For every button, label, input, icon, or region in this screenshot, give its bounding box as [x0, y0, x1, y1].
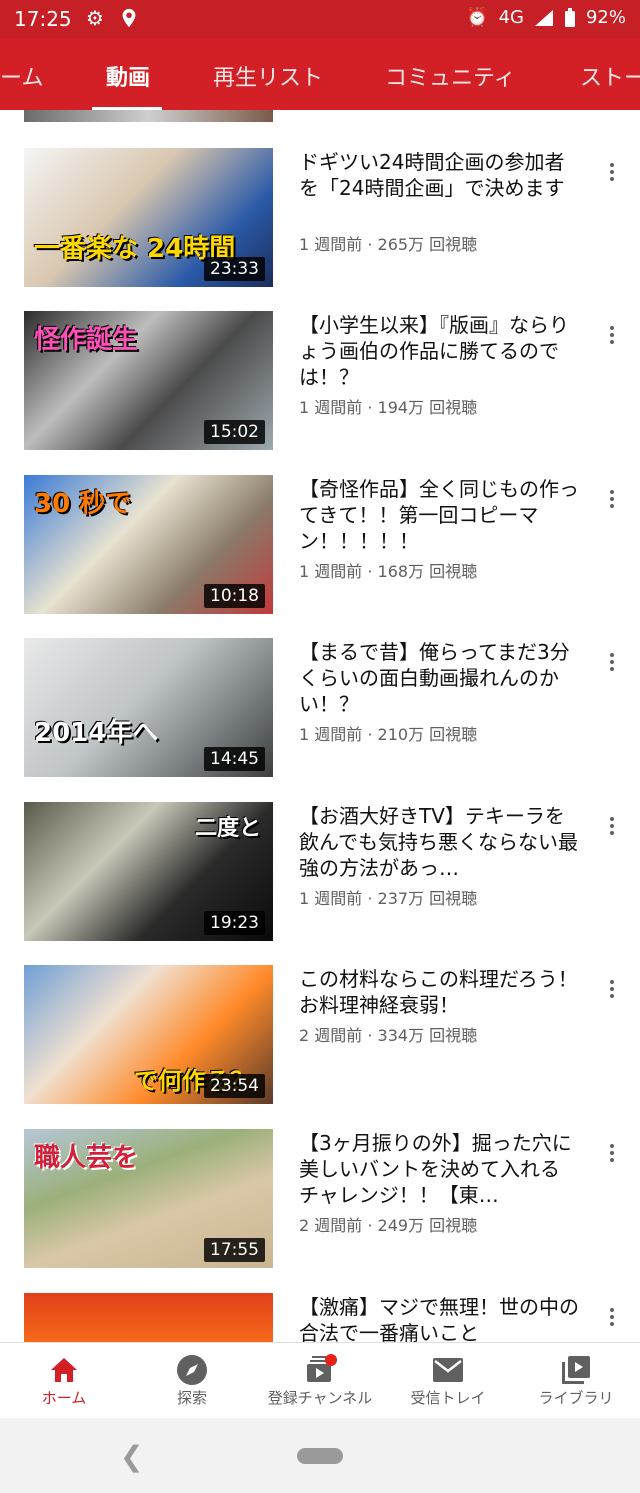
video-meta: 1 週間前 · 194万 回視聴: [299, 398, 478, 417]
video-thumbnail[interactable]: 2014年へ 14:45: [24, 638, 273, 777]
video-title[interactable]: 【お酒大好きTV】テキーラを飲んでも気持ち悪くならない最強の方法があっ…: [299, 803, 579, 881]
video-meta: 1 週間前 · 210万 回視聴: [299, 725, 478, 744]
explore-icon: [177, 1355, 207, 1385]
video-item[interactable]: 2014年へ 14:45 【まるで昔】俺らってまだ3分くらいの面白動画撮れんのか…: [0, 638, 640, 798]
inbox-icon: [433, 1358, 463, 1382]
nav-inbox-label: 受信トレイ: [410, 1389, 486, 1407]
location-icon: [122, 8, 136, 28]
nav-explore-label: 探索: [176, 1389, 207, 1407]
battery-icon: [564, 7, 575, 27]
video-thumbnail[interactable]: 怪作誕生 15:02: [24, 311, 273, 450]
video-title[interactable]: 【まるで昔】俺らってまだ3分くらいの面白動画撮れんのかい！？: [299, 639, 579, 717]
video-thumbnail[interactable]: 30 秒で 10:18: [24, 475, 273, 614]
video-thumbnail[interactable]: で何作る？ 23:54: [24, 965, 273, 1104]
video-meta: 1 週間前 · 265万 回視聴: [299, 235, 478, 254]
tab-store[interactable]: ストー: [580, 60, 640, 92]
thumbnail-caption: 30 秒で: [34, 489, 132, 519]
channel-tabs: ーム 動画 再生リスト コミュニティ ストー: [0, 38, 640, 110]
video-title[interactable]: この材料ならこの料理だろう！お料理神経衰弱！: [299, 966, 579, 1018]
more-options-icon[interactable]: [604, 487, 620, 515]
more-options-icon[interactable]: [604, 323, 620, 351]
video-meta: 1 週間前 · 237万 回視聴: [299, 889, 478, 908]
clock: 17:25: [14, 7, 72, 31]
nav-home[interactable]: ホーム: [0, 1353, 128, 1408]
video-item[interactable]: 一番楽な 24時間 23:33 ドギツい24時間企画の参加者を「24時間企画」で…: [0, 148, 640, 308]
nav-subscriptions-label: 登録チャンネル: [267, 1389, 373, 1407]
video-duration: 17:55: [204, 1238, 265, 1262]
nav-library-label: ライブラリ: [538, 1389, 614, 1407]
signal-icon: [534, 9, 553, 26]
nav-library[interactable]: ライブラリ: [512, 1353, 640, 1408]
more-options-icon[interactable]: [604, 1305, 620, 1333]
system-navigation-bar: ❮: [0, 1418, 640, 1493]
status-right: ⏰ 4G 92%: [466, 7, 626, 28]
more-options-icon[interactable]: [604, 977, 620, 1005]
previous-thumbnail-edge: [24, 110, 273, 122]
back-icon[interactable]: ❮: [120, 1440, 143, 1473]
video-thumbnail[interactable]: [24, 1293, 273, 1342]
library-icon: [562, 1356, 590, 1384]
video-meta: 2 週間前 · 334万 回視聴: [299, 1026, 478, 1045]
video-title[interactable]: ドギツい24時間企画の参加者を「24時間企画」で決めます: [299, 149, 579, 201]
more-options-icon[interactable]: [604, 1141, 620, 1169]
nav-explore[interactable]: 探索: [128, 1353, 256, 1408]
video-duration: 23:54: [204, 1074, 265, 1098]
video-item[interactable]: で何作る？ 23:54 この材料ならこの料理だろう！お料理神経衰弱！ 2 週間前…: [0, 965, 640, 1125]
nav-subscriptions[interactable]: 登録チャンネル: [256, 1353, 384, 1408]
video-item[interactable]: 職人芸を 17:55 【3ヶ月振りの外】掘った穴に美しいバントを決めて入れるチャ…: [0, 1129, 640, 1289]
video-meta: 2 週間前 · 249万 回視聴: [299, 1216, 478, 1235]
video-duration: 19:23: [204, 911, 265, 935]
subscriptions-icon: [307, 1354, 337, 1382]
video-item[interactable]: 【激痛】マジで無理！世の中の合法で一番痛いこと: [0, 1293, 640, 1342]
video-list[interactable]: 一番楽な 24時間 23:33 ドギツい24時間企画の参加者を「24時間企画」で…: [0, 110, 640, 1342]
video-duration: 10:18: [204, 584, 265, 608]
more-options-icon[interactable]: [604, 814, 620, 842]
video-meta: 1 週間前 · 168万 回視聴: [299, 562, 478, 581]
tab-videos[interactable]: 動画: [106, 60, 150, 92]
thumbnail-caption: 二度と: [194, 816, 261, 841]
tab-home[interactable]: ーム: [0, 60, 43, 92]
video-duration: 23:33: [204, 257, 265, 281]
video-duration: 15:02: [204, 420, 265, 444]
alarm-icon: ⏰: [466, 7, 489, 28]
video-item[interactable]: 二度と 19:23 【お酒大好きTV】テキーラを飲んでも気持ち悪くならない最強の…: [0, 802, 640, 962]
home-icon: [51, 1358, 77, 1382]
tab-playlists[interactable]: 再生リスト: [213, 60, 323, 92]
thumbnail-caption: 怪作誕生: [34, 325, 139, 355]
video-thumbnail[interactable]: 職人芸を 17:55: [24, 1129, 273, 1268]
video-item[interactable]: 怪作誕生 15:02 【小学生以来】『版画』ならりょう画伯の作品に勝てるのでは！…: [0, 311, 640, 471]
battery-level: 92%: [585, 7, 626, 28]
video-item[interactable]: 30 秒で 10:18 【奇怪作品】全く同じもの作ってきて！！第一回コピーマン！…: [0, 475, 640, 635]
more-options-icon[interactable]: [604, 650, 620, 678]
thumbnail-caption: 職人芸を: [34, 1143, 139, 1173]
video-title[interactable]: 【小学生以来】『版画』ならりょう画伯の作品に勝てるのでは！？: [299, 312, 579, 390]
video-duration: 14:45: [204, 747, 265, 771]
video-title[interactable]: 【奇怪作品】全く同じもの作ってきて！！第一回コピーマン！！！！！: [299, 476, 579, 554]
tab-community[interactable]: コミュニティ: [385, 60, 516, 92]
network-type: 4G: [498, 7, 524, 28]
status-bar: 17:25 ⚙ ⏰ 4G 92%: [0, 0, 640, 38]
video-thumbnail[interactable]: 二度と 19:23: [24, 802, 273, 941]
nav-home-label: ホーム: [41, 1389, 87, 1407]
thumbnail-caption: 2014年へ: [34, 718, 159, 748]
video-thumbnail[interactable]: 一番楽な 24時間 23:33: [24, 148, 273, 287]
bottom-navigation: ホーム 探索 登録チャンネル 受信トレイ ライブラリ: [0, 1342, 640, 1419]
video-title[interactable]: 【激痛】マジで無理！世の中の合法で一番痛いこと: [299, 1294, 579, 1342]
settings-icon: ⚙: [86, 6, 104, 30]
more-options-icon[interactable]: [604, 160, 620, 188]
home-pill-button[interactable]: [297, 1448, 343, 1464]
video-title[interactable]: 【3ヶ月振りの外】掘った穴に美しいバントを決めて入れるチャレンジ！！【東…: [299, 1130, 579, 1208]
nav-inbox[interactable]: 受信トレイ: [384, 1353, 512, 1408]
